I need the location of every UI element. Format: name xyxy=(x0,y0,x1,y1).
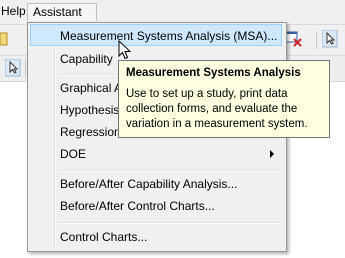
mouse-cursor-icon xyxy=(118,40,132,60)
tooltip-body: Use to set up a study, print data collec… xyxy=(126,88,308,130)
menu-separator xyxy=(58,222,280,224)
menu-item-control-charts[interactable]: Control Charts... xyxy=(30,226,282,248)
menu-item-doe[interactable]: DOE xyxy=(30,143,282,165)
menu-assistant[interactable]: Assistant xyxy=(27,3,97,21)
menu-item-msa[interactable]: Measurement Systems Analysis (MSA)... xyxy=(30,24,282,46)
toolbar-divider xyxy=(316,31,317,49)
menu-item-label: Control Charts... xyxy=(60,230,148,244)
submenu-arrow-icon xyxy=(270,150,274,158)
menu-item-label: DOE xyxy=(60,147,87,161)
menu-item-before-after-control-charts[interactable]: Before/After Control Charts... xyxy=(30,195,282,217)
toolbar-icon-partial[interactable] xyxy=(0,31,8,47)
msa-tooltip: Measurement Systems Analysis Use to set … xyxy=(118,60,330,138)
menu-item-label: Measurement Systems Analysis (MSA)... xyxy=(60,29,278,43)
menu-item-label: Capability xyxy=(60,52,113,66)
menu-item-label: Regression xyxy=(60,125,121,139)
menu-item-before-after-capability[interactable]: Before/After Capability Analysis... xyxy=(30,173,282,195)
tooltip-title: Measurement Systems Analysis xyxy=(126,67,301,79)
menu-item-label: Before/After Control Charts... xyxy=(60,199,215,213)
menu-item-label: Before/After Capability Analysis... xyxy=(60,177,238,191)
select-tool-icon[interactable] xyxy=(5,59,21,77)
close-windows-icon[interactable] xyxy=(285,30,303,48)
pointer-tool-icon[interactable] xyxy=(322,30,338,48)
toolbar-divider xyxy=(25,59,26,77)
menu-item-label: Hypothesis xyxy=(60,103,120,117)
menu-item-label: Graphical A xyxy=(60,81,123,95)
menu-separator xyxy=(58,170,280,172)
